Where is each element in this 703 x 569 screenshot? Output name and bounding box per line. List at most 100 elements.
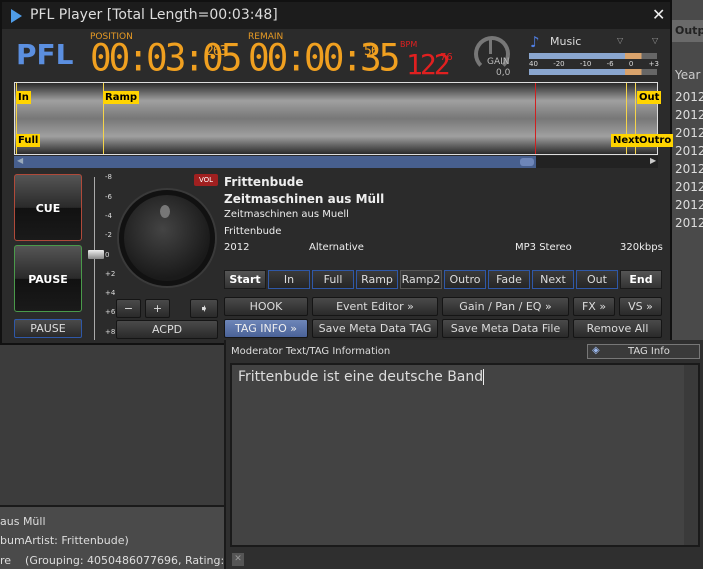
music-note-icon: ♪ (530, 33, 540, 51)
level-meter-right (529, 69, 657, 75)
scroll-left-icon[interactable]: ◀ (17, 156, 23, 165)
save-meta-file-button[interactable]: Save Meta Data File (442, 319, 569, 338)
year-cell: 2012 (675, 126, 703, 140)
pitch-slider-handle[interactable] (88, 250, 104, 259)
cue-ramp2-button[interactable]: Ramp2 (400, 270, 442, 289)
track-bitrate: 320kbps (620, 242, 663, 253)
year-cell: 2012 (675, 90, 703, 104)
cue-button[interactable]: CUE (14, 174, 82, 241)
meter-tick: +3 (648, 60, 659, 68)
cue-next-button[interactable]: Next (532, 270, 574, 289)
marker-outro[interactable]: Outro (639, 134, 674, 147)
cue-ramp-button[interactable]: Ramp (356, 270, 398, 289)
scroll-right-icon[interactable]: ▶ (650, 156, 656, 165)
vol-badge[interactable]: VOL (194, 174, 218, 186)
gain-value: 0,0 (496, 68, 511, 78)
acpd-button[interactable]: ACPD (116, 320, 218, 339)
track-year: 2012 (224, 242, 250, 253)
pitch-tick: +4 (105, 289, 116, 297)
title-bar[interactable]: PFL Player [Total Length=00:03:48] ✕ (2, 2, 670, 29)
pitch-tick: -2 (105, 231, 112, 239)
year-cell: 2012 (675, 144, 703, 158)
info-line: aus Müll (0, 515, 46, 528)
year-cell: 2012 (675, 180, 703, 194)
close-button[interactable]: ✕ (652, 5, 665, 24)
cue-start-button[interactable]: Start (224, 270, 266, 289)
waveform-scrollbar[interactable]: ◀ ▶ (14, 156, 658, 168)
pause-small-button[interactable]: PAUSE (14, 319, 82, 338)
background-info-panel: aus Müll bumArtist: Frittenbude) re (Gro… (0, 505, 258, 569)
scrollbar-track-fill (14, 156, 536, 168)
close-panel-icon[interactable]: ✕ (232, 553, 244, 566)
vs-button[interactable]: VS » (619, 297, 662, 316)
marker-in[interactable]: In (16, 91, 31, 104)
dropdown-arrow-icon[interactable]: ▽ (652, 36, 658, 45)
marker-ramp[interactable]: Ramp (103, 91, 140, 104)
background-table: Outpu Year 2012 2012 2012 2012 2012 2012… (672, 0, 703, 345)
meter-tick: 0 (628, 60, 634, 68)
pause-button[interactable]: PAUSE (14, 245, 82, 312)
year-cell: 2012 (675, 216, 703, 230)
tag-info-button[interactable]: ◈ TAG Info (587, 344, 700, 359)
cue-end-button[interactable]: End (620, 270, 662, 289)
playhead[interactable] (535, 83, 537, 154)
info-line: re (Grouping: 4050486077696, Rating: 0, … (0, 554, 259, 567)
column-header-year: Year (675, 68, 701, 82)
moderator-text-area[interactable]: Frittenbude ist eine deutsche Band​ (230, 363, 700, 547)
play-icon (11, 9, 22, 23)
window-title: PFL Player [Total Length=00:03:48] (30, 7, 278, 23)
track-album-artist: Frittenbude (224, 226, 282, 237)
text-cursor: ​ (483, 369, 485, 385)
plus-button[interactable]: + (145, 299, 170, 318)
track-artist: Frittenbude (224, 175, 304, 189)
dropdown-arrow-icon[interactable]: ▽ (617, 36, 623, 45)
tag-info-button-label: TAG Info (628, 346, 670, 357)
output-select[interactable]: Music (550, 35, 581, 48)
marker-next[interactable]: Next (611, 134, 642, 147)
pitch-tick: +8 (105, 328, 116, 336)
save-meta-tag-button[interactable]: Save Meta Data TAG (312, 319, 438, 338)
tag-info-panel: Moderator Text/TAG Information ◈ TAG Inf… (224, 340, 703, 569)
track-genre: Alternative (309, 242, 364, 253)
waveform-display[interactable]: In Ramp Full Next Outro Out (14, 82, 674, 155)
event-editor-button[interactable]: Event Editor » (312, 297, 438, 316)
meter-scale: 40 -20 -10 -6 0 +3 (529, 60, 659, 68)
marker-full[interactable]: Full (16, 134, 41, 147)
track-album: Zeitmaschinen aus Muell (224, 209, 349, 220)
year-cell: 2012 (675, 198, 703, 212)
pitch-tick: -6 (105, 193, 112, 201)
cue-full-button[interactable]: Full (312, 270, 354, 289)
pitch-tick: -8 (105, 173, 112, 181)
position-ms: 263 (206, 44, 228, 59)
marker-out[interactable]: Out (637, 91, 662, 104)
meter-tick: -20 (553, 60, 565, 68)
tag-info-toggle-button[interactable]: TAG INFO » (224, 319, 308, 338)
fx-button[interactable]: FX » (573, 297, 615, 316)
pfl-logo: PFL (16, 38, 74, 71)
cue-outro-button[interactable]: Outro (444, 270, 486, 289)
year-cell: 2012 (675, 162, 703, 176)
cue-fade-button[interactable]: Fade (488, 270, 530, 289)
minus-button[interactable]: − (116, 299, 141, 318)
pitch-tick: 0 (105, 251, 110, 259)
cue-in-button[interactable]: In (268, 270, 310, 289)
tag-icon: ◈ (592, 345, 600, 356)
remove-all-button[interactable]: Remove All (573, 319, 662, 338)
pitch-tick: +2 (105, 270, 116, 278)
gain-pan-eq-button[interactable]: Gain / Pan / EQ » (442, 297, 569, 316)
moderator-text: Frittenbude ist eine deutsche Band (238, 369, 484, 385)
scrollbar-thumb[interactable] (520, 158, 534, 166)
info-line: bumArtist: Frittenbude) (0, 534, 129, 547)
knob-indicator (160, 205, 170, 218)
cue-out-button[interactable]: Out (576, 270, 618, 289)
volume-knob[interactable] (119, 190, 215, 286)
gain-knob-pointer (489, 38, 492, 54)
tag-panel-title: Moderator Text/TAG Information (231, 346, 391, 357)
arrow-right-icon[interactable]: ➧ (190, 299, 218, 318)
text-scrollbar[interactable] (684, 365, 698, 545)
pitch-tick: +6 (105, 308, 116, 316)
remain-ms: 56 (364, 44, 379, 59)
pitch-tick: -4 (105, 212, 112, 220)
meter-tick: -10 (579, 60, 592, 68)
hook-button[interactable]: HOOK (224, 297, 308, 316)
